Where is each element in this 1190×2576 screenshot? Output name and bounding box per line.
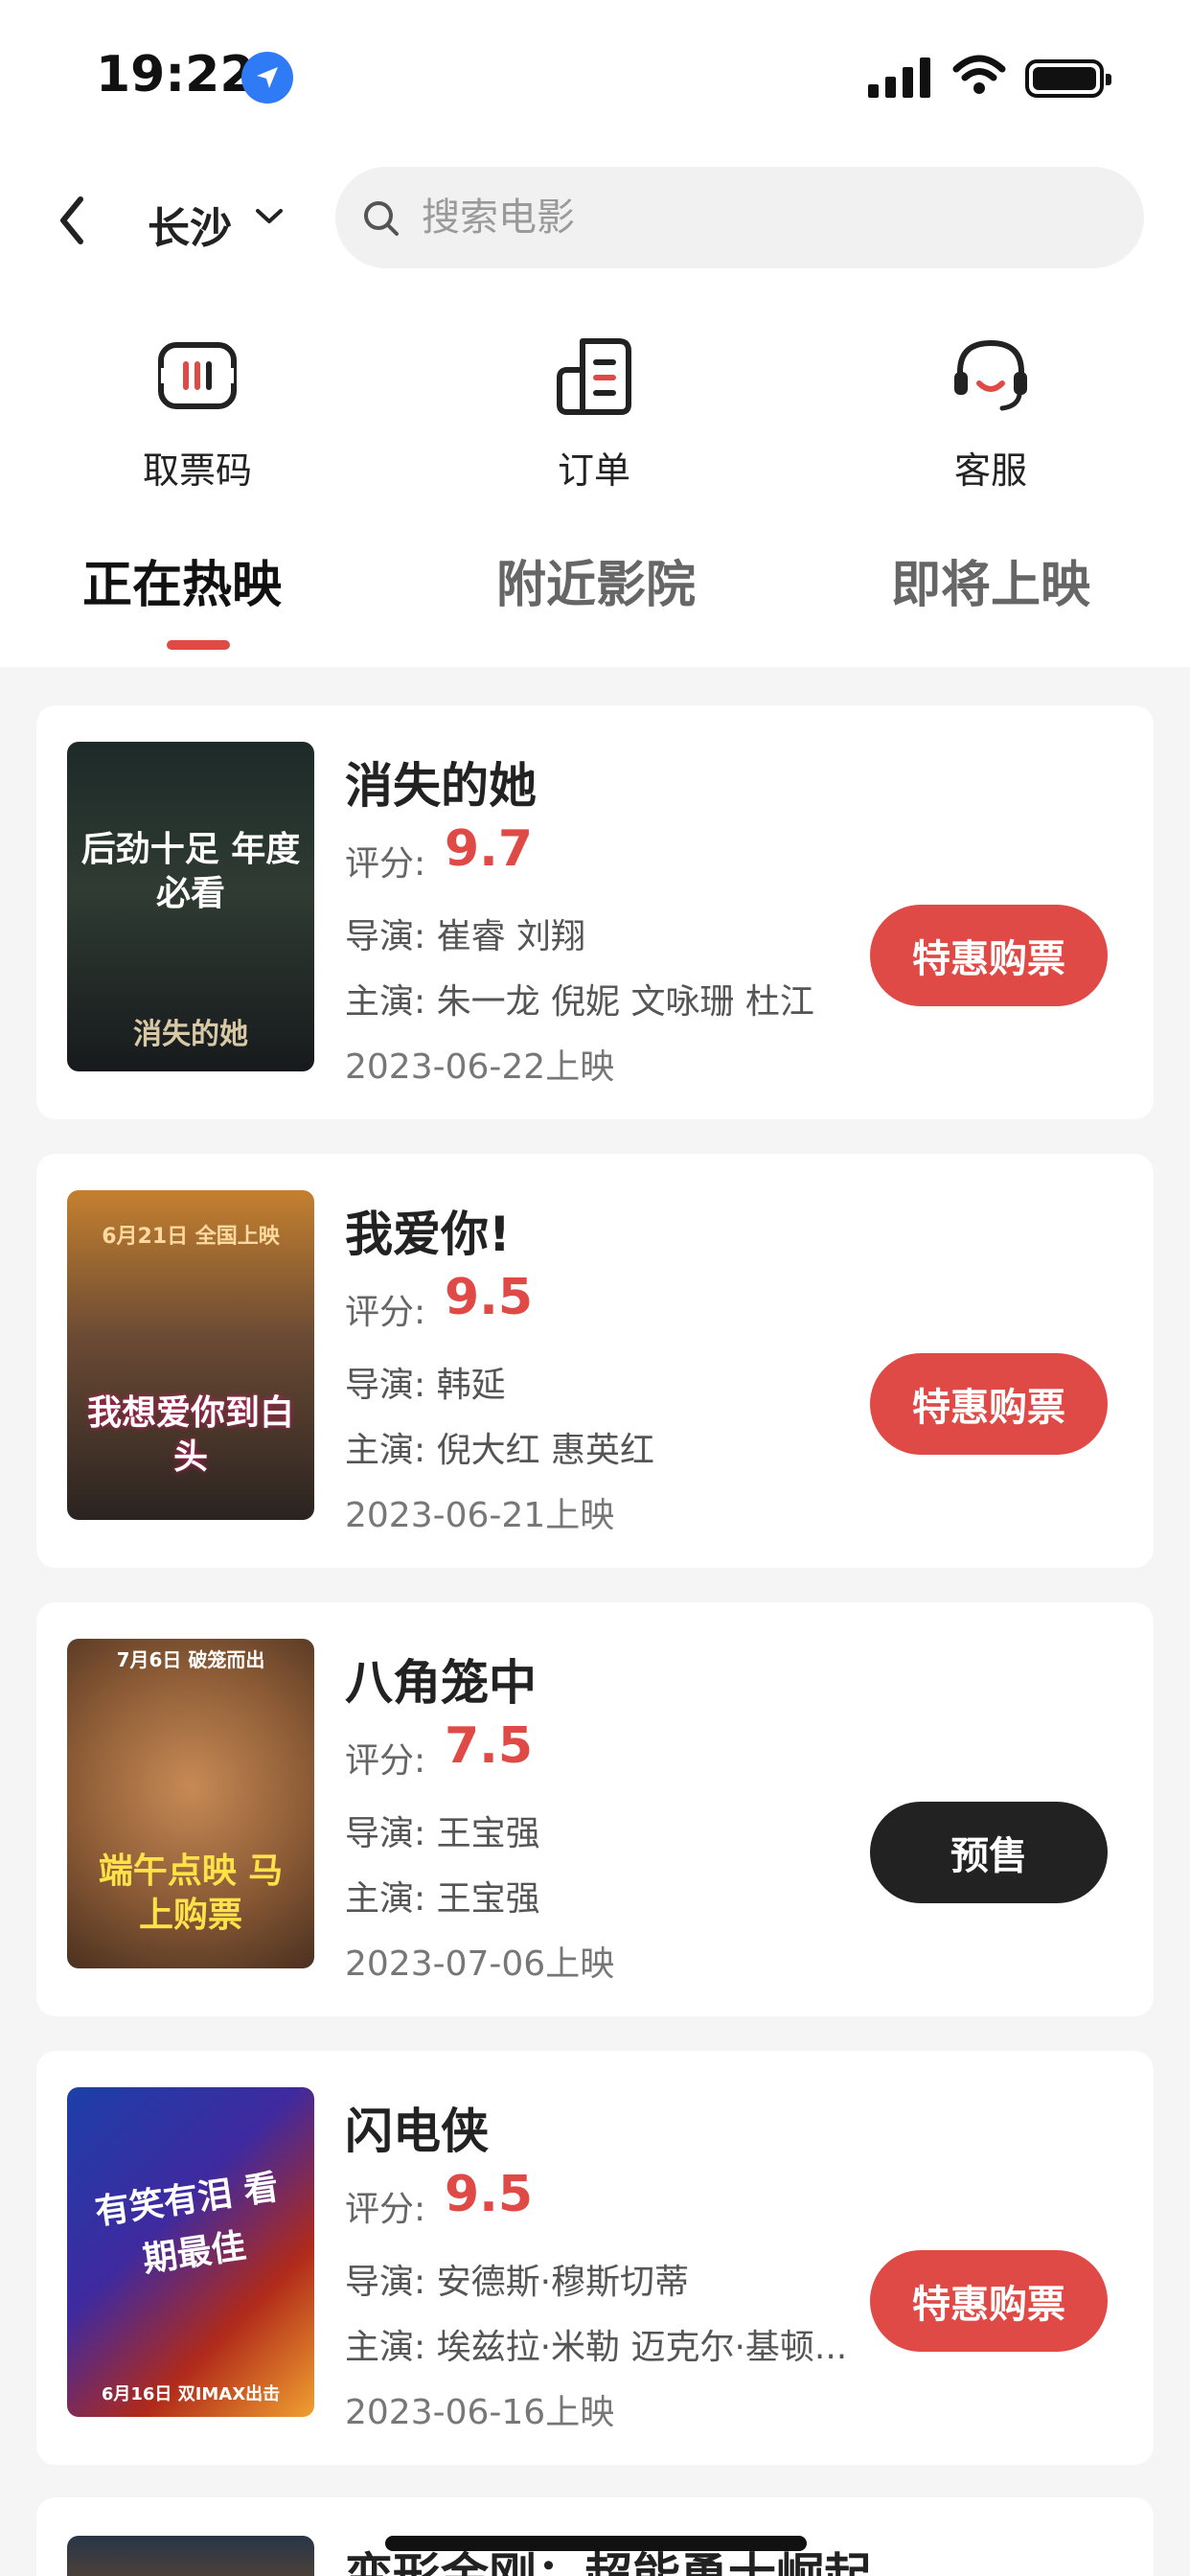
presale-button[interactable]: 预售: [870, 1802, 1108, 1903]
movie-cast: 主演: 埃兹拉·米勒 迈克尔·基顿...: [345, 2328, 848, 2367]
movie-card[interactable]: 后劲十足 年度必看 消失的她 消失的她 评分: 9.7 导演: 崔睿 刘翔 主演…: [36, 705, 1154, 1119]
movie-title: 闪电侠: [345, 2104, 489, 2159]
movie-score: 9.5: [445, 2166, 534, 2223]
buy-ticket-button[interactable]: 特惠购票: [870, 905, 1108, 1006]
home-indicator: [385, 2536, 807, 2551]
movie-score: 7.5: [445, 1717, 534, 1775]
movie-score: 9.5: [445, 1269, 534, 1326]
header: 长沙 取票码 订单: [0, 153, 1190, 667]
movie-release-date: 2023-06-22上映: [345, 1047, 615, 1087]
status-time: 19:22: [96, 46, 255, 104]
search-icon: [364, 201, 399, 236]
movie-poster[interactable]: [67, 2536, 314, 2576]
status-bar: 19:22: [0, 0, 1190, 153]
search-bar[interactable]: [335, 167, 1144, 268]
movie-title: 消失的她: [345, 758, 537, 814]
ticket-code-icon: [158, 342, 237, 409]
tab-now-showing[interactable]: 正在热映: [82, 544, 282, 616]
active-tab-indicator: [167, 640, 230, 650]
movie-poster[interactable]: 有笑有泪 看期最佳 6月16日 双IMAX出击: [67, 2087, 314, 2417]
movie-card[interactable]: 7月6日 破笼而出 端午点映 马上购票 八角笼中 评分: 7.5 导演: 王宝强…: [36, 1602, 1154, 2016]
cellular-signal-icon: [868, 58, 931, 98]
tab-coming-soon[interactable]: 即将上映: [891, 544, 1090, 616]
movie-release-date: 2023-07-06上映: [345, 1944, 615, 1984]
quick-action-label: 订单: [557, 449, 630, 492]
movie-director: 导演: 韩延: [345, 1366, 506, 1405]
movie-title: 我爱你!: [345, 1207, 511, 1262]
quick-action-label: 客服: [953, 449, 1027, 492]
score-label: 评分:: [345, 2190, 426, 2229]
movie-card[interactable]: 6月21日 全国上映 我想爱你到白头 我爱你! 评分: 9.5 导演: 韩延 主…: [36, 1154, 1154, 1568]
chevron-down-icon[interactable]: [255, 207, 284, 226]
movie-director: 导演: 安德斯·穆斯切蒂: [345, 2263, 690, 2302]
wifi-icon: [952, 55, 1006, 94]
movie-cast: 主演: 朱一龙 倪妮 文咏珊 杜江: [345, 982, 814, 1022]
movie-cast: 主演: 王宝强: [345, 1879, 540, 1919]
headset-icon: [954, 339, 1027, 411]
buy-ticket-button[interactable]: 特惠购票: [870, 2250, 1108, 2352]
movie-release-date: 2023-06-16上映: [345, 2393, 615, 2432]
quick-action-customer-service[interactable]: 客服: [876, 335, 1106, 492]
movie-release-date: 2023-06-21上映: [345, 1496, 615, 1535]
battery-icon: [1025, 59, 1111, 98]
city-selector[interactable]: 长沙: [148, 194, 232, 255]
quick-action-label: 取票码: [142, 449, 252, 492]
movie-cast: 主演: 倪大红 惠英红: [345, 1431, 655, 1470]
quick-action-orders[interactable]: 订单: [479, 335, 709, 492]
back-chevron-icon[interactable]: [54, 192, 92, 249]
buy-ticket-button[interactable]: 特惠购票: [870, 1353, 1108, 1455]
movie-director: 导演: 王宝强: [345, 1814, 540, 1853]
location-arrow-icon: [241, 52, 293, 104]
order-icon: [557, 338, 631, 415]
movie-score: 9.7: [445, 820, 534, 878]
search-input[interactable]: [422, 167, 1111, 268]
score-label: 评分:: [345, 1293, 426, 1332]
movie-poster[interactable]: 后劲十足 年度必看 消失的她: [67, 742, 314, 1071]
movie-title: 八角笼中: [345, 1655, 537, 1711]
score-label: 评分:: [345, 844, 426, 884]
movie-poster[interactable]: 7月6日 破笼而出 端午点映 马上购票: [67, 1639, 314, 1968]
quick-action-ticket-code[interactable]: 取票码: [82, 335, 312, 492]
score-label: 评分:: [345, 1741, 426, 1781]
movie-poster[interactable]: 6月21日 全国上映 我想爱你到白头: [67, 1190, 314, 1520]
movie-director: 导演: 崔睿 刘翔: [345, 917, 586, 956]
movie-card[interactable]: 有笑有泪 看期最佳 6月16日 双IMAX出击 闪电侠 评分: 9.5 导演: …: [36, 2051, 1154, 2465]
tab-nearby-cinemas[interactable]: 附近影院: [496, 544, 696, 616]
